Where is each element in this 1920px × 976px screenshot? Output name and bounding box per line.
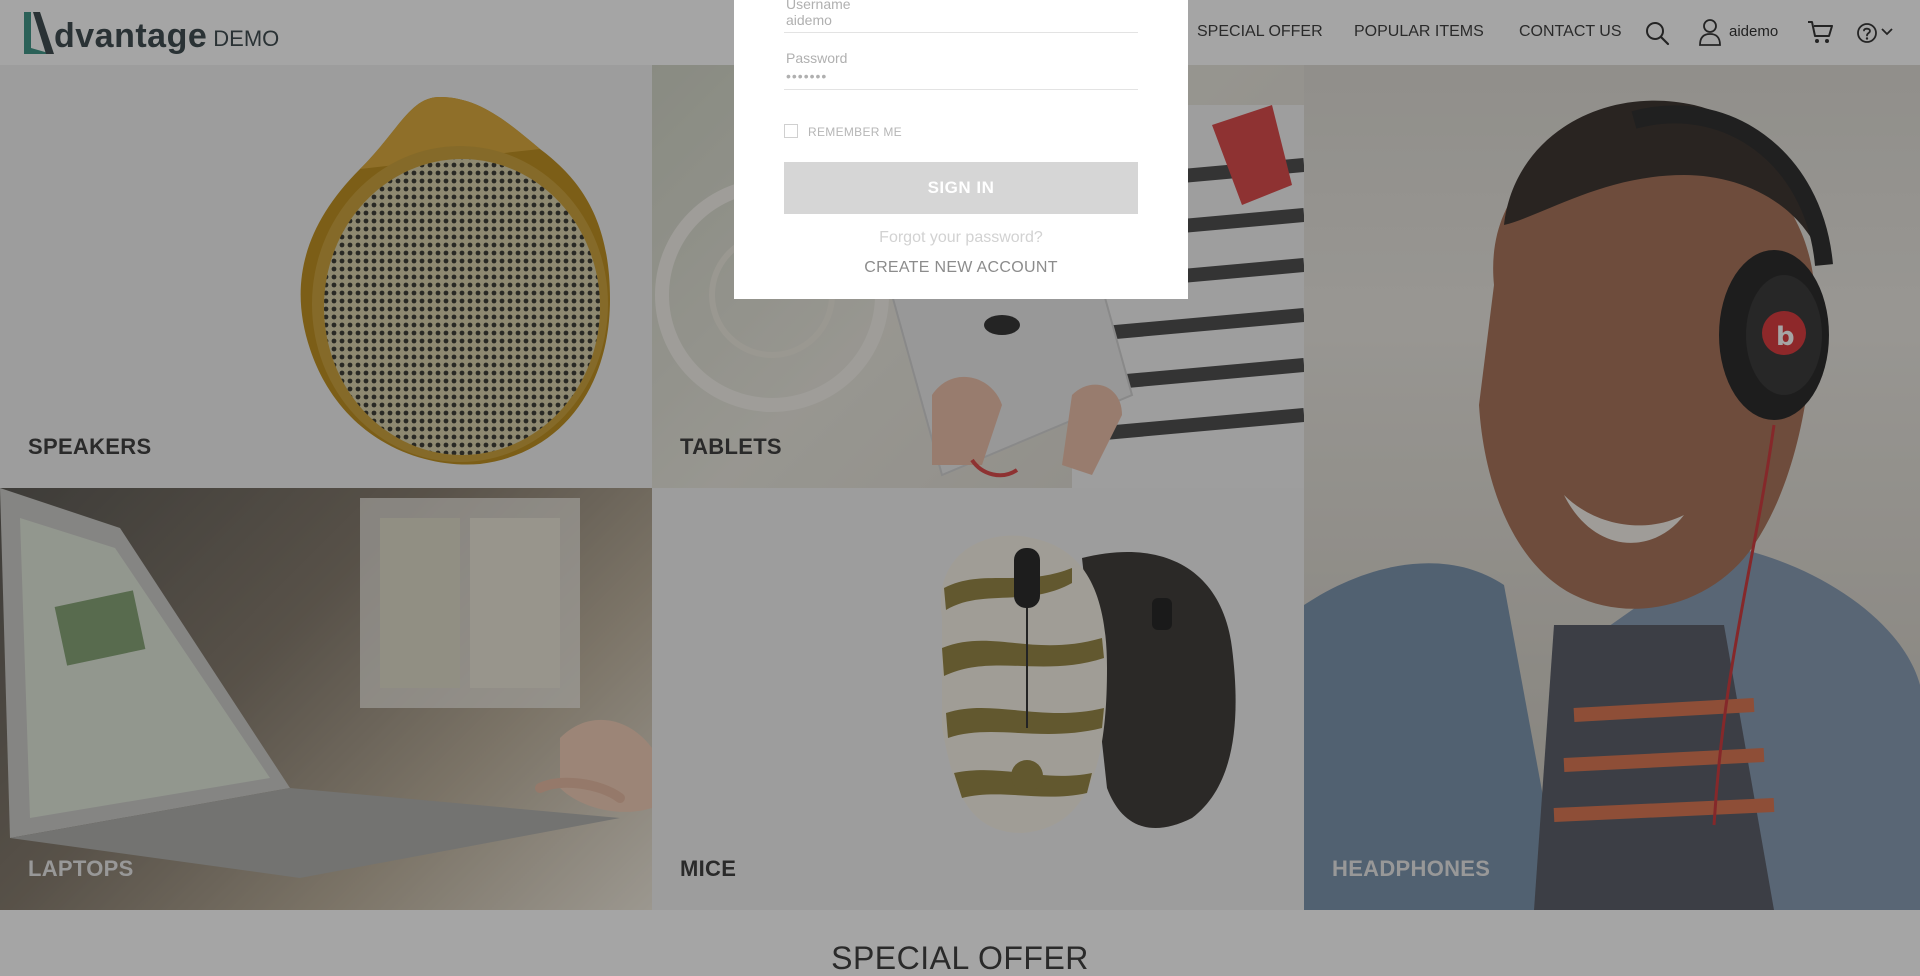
username-label: Username — [786, 0, 851, 12]
password-label: Password — [786, 50, 848, 66]
password-underline — [784, 89, 1138, 90]
forgot-password-link[interactable]: Forgot your password? — [734, 229, 1188, 247]
username-underline — [784, 32, 1138, 33]
remember-me-label[interactable]: REMEMBER ME — [808, 125, 902, 139]
username-input[interactable]: aidemo — [786, 12, 832, 28]
create-account-link[interactable]: CREATE NEW ACCOUNT — [734, 259, 1188, 277]
sign-in-button[interactable]: SIGN IN — [784, 162, 1138, 214]
remember-me-checkbox[interactable] — [784, 124, 798, 138]
password-input[interactable]: ••••••• — [786, 68, 827, 84]
login-popup: Username aidemo Password ••••••• REMEMBE… — [734, 0, 1188, 299]
